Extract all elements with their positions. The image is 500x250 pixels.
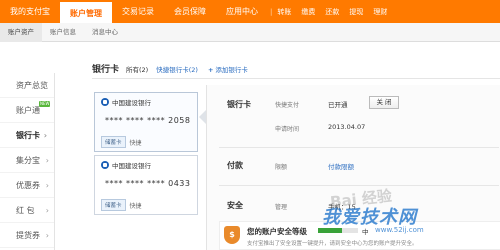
- quick-pay-tag: 快捷: [129, 202, 142, 210]
- chevron-right-icon: ›: [45, 156, 49, 165]
- card-type-badge: 储蓄卡: [101, 136, 126, 148]
- tab-message-center[interactable]: 消息中心: [84, 23, 126, 42]
- shield-icon: $: [224, 226, 240, 244]
- card-footer: 储蓄卡 快捷: [101, 136, 142, 148]
- security-description: 支付宝推出了安全设置一键提升，请到安全中心为您的账户提升安全。: [247, 241, 418, 247]
- quick-pay-tag: 快捷: [129, 139, 142, 147]
- nav-finance[interactable]: 理财: [368, 7, 392, 17]
- chevron-right-icon: ›: [43, 131, 47, 140]
- divider: [219, 185, 499, 186]
- bank-row: 中国建设银行: [101, 160, 151, 170]
- security-title: 您的账户安全等级: [247, 227, 307, 236]
- section-payment: 付款: [227, 161, 243, 170]
- manage-label: 管理: [275, 204, 288, 211]
- apply-time-label: 申请时间: [275, 126, 300, 133]
- sidebar-item-label: 账户通: [16, 106, 40, 115]
- bank-card-item[interactable]: 中国建设银行 **** **** **** 2058 储蓄卡 快捷: [94, 92, 198, 152]
- sidebar-item-asset-overview[interactable]: 资产总览: [0, 73, 54, 98]
- nav-transfer[interactable]: 转账: [272, 7, 296, 17]
- bank-row: 中国建设银行: [101, 97, 151, 107]
- nav-repay[interactable]: 还款: [320, 7, 344, 17]
- ccb-logo-icon: [101, 98, 109, 106]
- quick-actions: | 转账 缴费 还款 提现 理财: [270, 7, 392, 17]
- sidebar-item-label: 提货券: [16, 231, 40, 240]
- sidebar-item-account-tong[interactable]: 账户通 NEW: [0, 98, 54, 123]
- bank-card-header: 银行卡 所有(2) 快捷银行卡(2) + 添加银行卡: [92, 62, 248, 75]
- card-number: **** **** **** 0433: [105, 179, 191, 188]
- selection-pointer: [199, 110, 206, 124]
- bank-name: 中国建设银行: [112, 162, 151, 170]
- nav-transaction-records[interactable]: 交易记录: [112, 0, 164, 23]
- sidebar-item-coupons[interactable]: 优惠券 ›: [0, 173, 54, 198]
- quick-pay-status: 已开通: [328, 101, 348, 109]
- nav-payment[interactable]: 缴费: [296, 7, 320, 17]
- sidebar-item-label: 银行卡: [16, 131, 40, 140]
- sidebar-item-bank-card[interactable]: 银行卡 ›: [0, 123, 54, 148]
- page-title: 银行卡: [92, 65, 120, 75]
- section-bank-card: 银行卡: [227, 100, 251, 109]
- limit-label: 限额: [275, 164, 288, 171]
- nav-account-management[interactable]: 账户管理: [60, 0, 112, 23]
- card-number: **** **** **** 2058: [105, 116, 191, 125]
- bank-card-item[interactable]: 中国建设银行 **** **** **** 0433 储蓄卡 快捷: [94, 155, 198, 215]
- card-footer: 储蓄卡 快捷: [101, 199, 142, 211]
- header-divider: [92, 78, 500, 79]
- sub-navigation: 账户资产 账户信息 消息中心: [0, 22, 500, 42]
- section-safety: 安全: [227, 201, 243, 210]
- card-type-badge: 储蓄卡: [101, 199, 126, 211]
- bank-name: 中国建设银行: [112, 99, 151, 107]
- sidebar-item-label: 红 包: [16, 206, 35, 215]
- divider: [219, 147, 499, 148]
- sidebar-item-label: 优惠券: [16, 181, 40, 190]
- new-badge: NEW: [39, 101, 51, 107]
- apply-date: 2013.04.07: [328, 123, 366, 131]
- sidebar-item-vouchers[interactable]: 提货券 ›: [0, 223, 54, 248]
- nav-withdraw[interactable]: 提现: [344, 7, 368, 17]
- tab-account-assets[interactable]: 账户资产: [0, 22, 42, 42]
- chevron-right-icon: ›: [45, 181, 49, 190]
- chevron-right-icon: ›: [45, 206, 49, 215]
- close-quick-pay-button[interactable]: 关 闭: [369, 96, 399, 109]
- add-card-label: 添加银行卡: [215, 66, 248, 74]
- sidebar-item-red-packet[interactable]: 红 包 ›: [0, 198, 54, 223]
- sidebar: 资产总览 账户通 NEW 银行卡 › 集分宝 › 优惠券 › 红 包 › 提货券 ›: [0, 73, 55, 250]
- sidebar-item-label: 集分宝: [16, 156, 40, 165]
- add-bank-card-link[interactable]: + 添加银行卡: [208, 64, 248, 74]
- site-url-watermark: www.52ij.com: [375, 226, 424, 234]
- tab-account-info[interactable]: 账户信息: [42, 23, 84, 42]
- sidebar-item-jifenbao[interactable]: 集分宝 ›: [0, 148, 54, 173]
- ccb-logo-icon: [101, 161, 109, 169]
- nav-member-protection[interactable]: 会员保障: [164, 0, 216, 23]
- nav-my-alipay[interactable]: 我的支付宝: [0, 0, 60, 23]
- top-navigation: 我的支付宝 账户管理 交易记录 会员保障 应用中心 | 转账 缴费 还款 提现 …: [0, 0, 500, 23]
- sidebar-item-label: 资产总览: [16, 81, 48, 90]
- chevron-right-icon: ›: [45, 231, 49, 240]
- plus-icon: +: [207, 66, 214, 74]
- quick-pay-label: 快捷支付: [275, 102, 300, 109]
- tab-quick-cards[interactable]: 快捷银行卡(2): [156, 64, 198, 74]
- tab-all-cards[interactable]: 所有(2): [126, 64, 148, 74]
- payment-limit-link[interactable]: 付款限额: [328, 161, 354, 171]
- nav-app-center[interactable]: 应用中心: [216, 0, 268, 23]
